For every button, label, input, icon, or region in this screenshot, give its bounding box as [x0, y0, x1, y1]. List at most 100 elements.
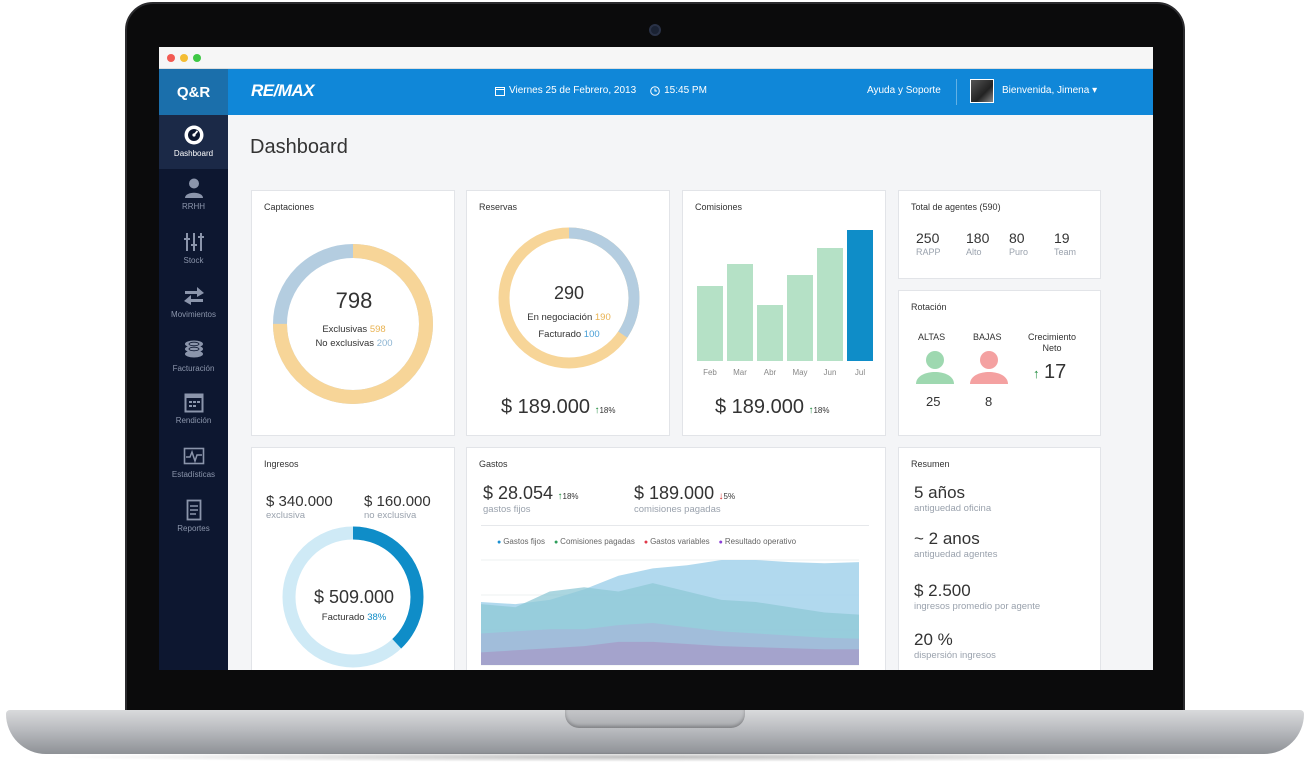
coins-icon [184, 340, 203, 358]
reservas-card: Reservas 290 En negociación 190 Facturad… [466, 190, 670, 436]
comisiones-amount: $ 189.000 [715, 396, 804, 418]
app-screen: Q&R RE/MAX Viernes 25 de Febrero, 2013 1… [159, 47, 1153, 670]
gastos-fijos-value: $ 28.054 [483, 483, 554, 503]
caret-down-icon: ▾ [1092, 85, 1098, 96]
resumen-label: antiguedad agentes [914, 549, 998, 560]
ingresos-card: Ingresos $ 340.000 exclusiva $ 160.000 n… [251, 447, 455, 670]
resumen-label: dispersión ingresos [914, 650, 996, 661]
captaciones-total: 798 [335, 288, 373, 313]
stat-label: Puro [1009, 247, 1029, 257]
no-exclusivas-row: No exclusivas 200 [252, 338, 456, 349]
crecimiento-row: ↑ 17 [1033, 361, 1066, 384]
rotacion-card: Rotación ALTAS BAJAS Crecimiento Neto ↑ … [898, 290, 1101, 436]
sidebar-item-stock[interactable]: Stock [159, 231, 228, 265]
laptop-notch [565, 710, 745, 728]
captaciones-donut [273, 244, 433, 404]
close-window-button[interactable] [167, 53, 175, 62]
stat-value: 180 [966, 230, 990, 246]
sidebar-item-label: Movimientos [171, 310, 216, 319]
sidebar-item-estadisticas[interactable]: Estadísticas [159, 445, 228, 479]
date-time: Viernes 25 de Febrero, 2013 15:45 PM [495, 85, 707, 96]
resumen-label: antiguedad oficina [914, 503, 992, 514]
reservas-amount: $ 189.000 [501, 396, 590, 418]
user-greeting: Bienvenida, Jimena [1002, 85, 1090, 96]
sidebar-item-movimientos[interactable]: Movimientos [159, 285, 228, 319]
bar-may[interactable] [787, 274, 813, 361]
person-red-icon [970, 351, 1008, 384]
resumen-value: 20 % [914, 630, 953, 649]
legend-item[interactable]: ● Gastos fijos [497, 537, 545, 546]
crecimiento-label: Crecimiento Neto [1027, 332, 1076, 353]
card-title: Comisiones [695, 202, 743, 212]
facturado-row: Facturado 100 [467, 329, 671, 340]
facturado-label: Facturado [538, 329, 582, 340]
exclusivas-label: Exclusivas [322, 324, 368, 335]
resumen-item: 20 % dispersión ingresos [914, 630, 996, 661]
comisiones-amount-row: $ 189.000 ↑18% [715, 396, 829, 419]
reservas-amount-row: $ 189.000 ↑18% [501, 396, 615, 419]
camera-icon [649, 24, 661, 36]
legend-label: Comisiones pagadas [560, 537, 635, 546]
bajas-label: BAJAS [973, 332, 1002, 342]
sidebar-item-facturacion[interactable]: Facturación [159, 339, 228, 373]
comisiones-pagadas-label: comisiones pagadas [634, 504, 721, 515]
legend-item[interactable]: ● Resultado operativo [719, 537, 796, 546]
minimize-window-button[interactable] [180, 53, 188, 62]
negociacion-label: En negociación [527, 312, 593, 323]
main-content: Dashboard Captaciones 798 Exclusivas 598… [228, 115, 1153, 670]
sidebar-item-reportes[interactable]: Reportes [159, 499, 228, 533]
pulse-chart-icon [183, 447, 204, 465]
sidebar-item-label: Reportes [177, 524, 210, 533]
transfer-arrows-icon [183, 287, 204, 305]
agentes-stat-alto: 180 Alto [966, 230, 989, 257]
sidebar-item-label: Facturación [172, 364, 215, 373]
sidebar: Dashboard RRHH Stock Movimientos Factura… [159, 115, 228, 670]
sidebar-item-label: Estadísticas [171, 470, 216, 479]
reservas-total: 290 [553, 283, 585, 303]
bajas-value: 8 [985, 394, 993, 409]
help-support-link[interactable]: Ayuda y Soporte [867, 85, 941, 96]
bar-axis-label: Jul [854, 368, 866, 377]
gastos-fijos-change: 18% [562, 492, 579, 501]
bar-feb[interactable] [697, 286, 723, 361]
bar-axis-label: Feb [703, 368, 717, 377]
sidebar-item-dashboard[interactable]: Dashboard [159, 115, 228, 169]
legend-item[interactable]: ● Gastos variables [644, 537, 710, 546]
resumen-card: Resumen 5 años antiguedad oficina ~ 2 an… [898, 447, 1101, 670]
bar-abr[interactable] [757, 304, 783, 361]
agentes-stat-team: 19 Team [1054, 230, 1076, 257]
person-icon [184, 178, 203, 198]
calendar-icon [495, 86, 505, 96]
browser-bar [159, 47, 1153, 69]
maximize-window-button[interactable] [193, 53, 201, 62]
crecimiento-value: 17 [1043, 361, 1067, 383]
card-title: Gastos [479, 459, 508, 469]
resumen-item: ~ 2 anos antiguedad agentes [914, 529, 997, 560]
sidebar-item-label: Stock [183, 256, 204, 265]
comisiones-change: 18% [813, 406, 830, 415]
bar-jun[interactable] [817, 248, 843, 361]
bar-jul[interactable] [847, 230, 873, 361]
person-green-icon [916, 351, 954, 384]
card-title: Resumen [911, 459, 950, 469]
app-logo[interactable]: Q&R [159, 69, 228, 115]
sidebar-item-rendicion[interactable]: Rendición [159, 391, 228, 425]
clock-icon [650, 85, 660, 96]
sidebar-item-label: Dashboard [173, 149, 214, 158]
user-menu[interactable]: Bienvenida, Jimena ▾ [1002, 85, 1097, 96]
captaciones-card: Captaciones 798 Exclusivas 598 No exclus… [251, 190, 455, 436]
document-icon [186, 499, 201, 521]
bar-axis-label: Mar [733, 368, 747, 377]
laptop-shadow [40, 752, 1270, 762]
bar-mar[interactable] [727, 264, 753, 361]
user-avatar[interactable] [970, 79, 994, 103]
gastos-card: Gastos $ 28.054 ↑18% gastos fijos $ 189.… [466, 447, 886, 670]
remax-logo[interactable]: RE/MAX [251, 81, 315, 101]
sidebar-item-rrhh[interactable]: RRHH [159, 177, 228, 211]
stat-label: Alto [966, 247, 982, 257]
dashboard-gauge-icon [184, 125, 203, 145]
legend-item[interactable]: ● Comisiones pagadas [554, 537, 635, 546]
top-bar: Q&R RE/MAX Viernes 25 de Febrero, 2013 1… [159, 69, 1153, 115]
ingresos-total: $ 509.000 [313, 587, 395, 607]
resumen-item: 5 años antiguedad oficina [914, 483, 991, 514]
